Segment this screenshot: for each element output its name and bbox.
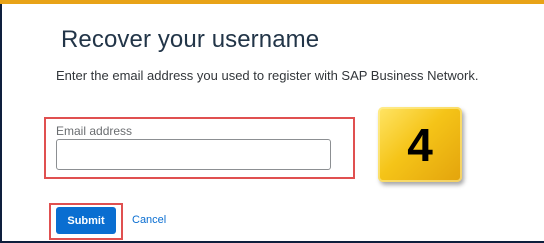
step-number-badge: 4 — [378, 107, 462, 182]
email-field[interactable] — [56, 139, 331, 170]
email-label: Email address — [56, 124, 133, 138]
submit-button[interactable]: Submit — [56, 207, 116, 234]
page-subtitle: Enter the email address you used to regi… — [56, 68, 479, 83]
step-number: 4 — [407, 118, 433, 171]
cancel-link[interactable]: Cancel — [132, 214, 166, 226]
page-title: Recover your username — [61, 26, 320, 53]
